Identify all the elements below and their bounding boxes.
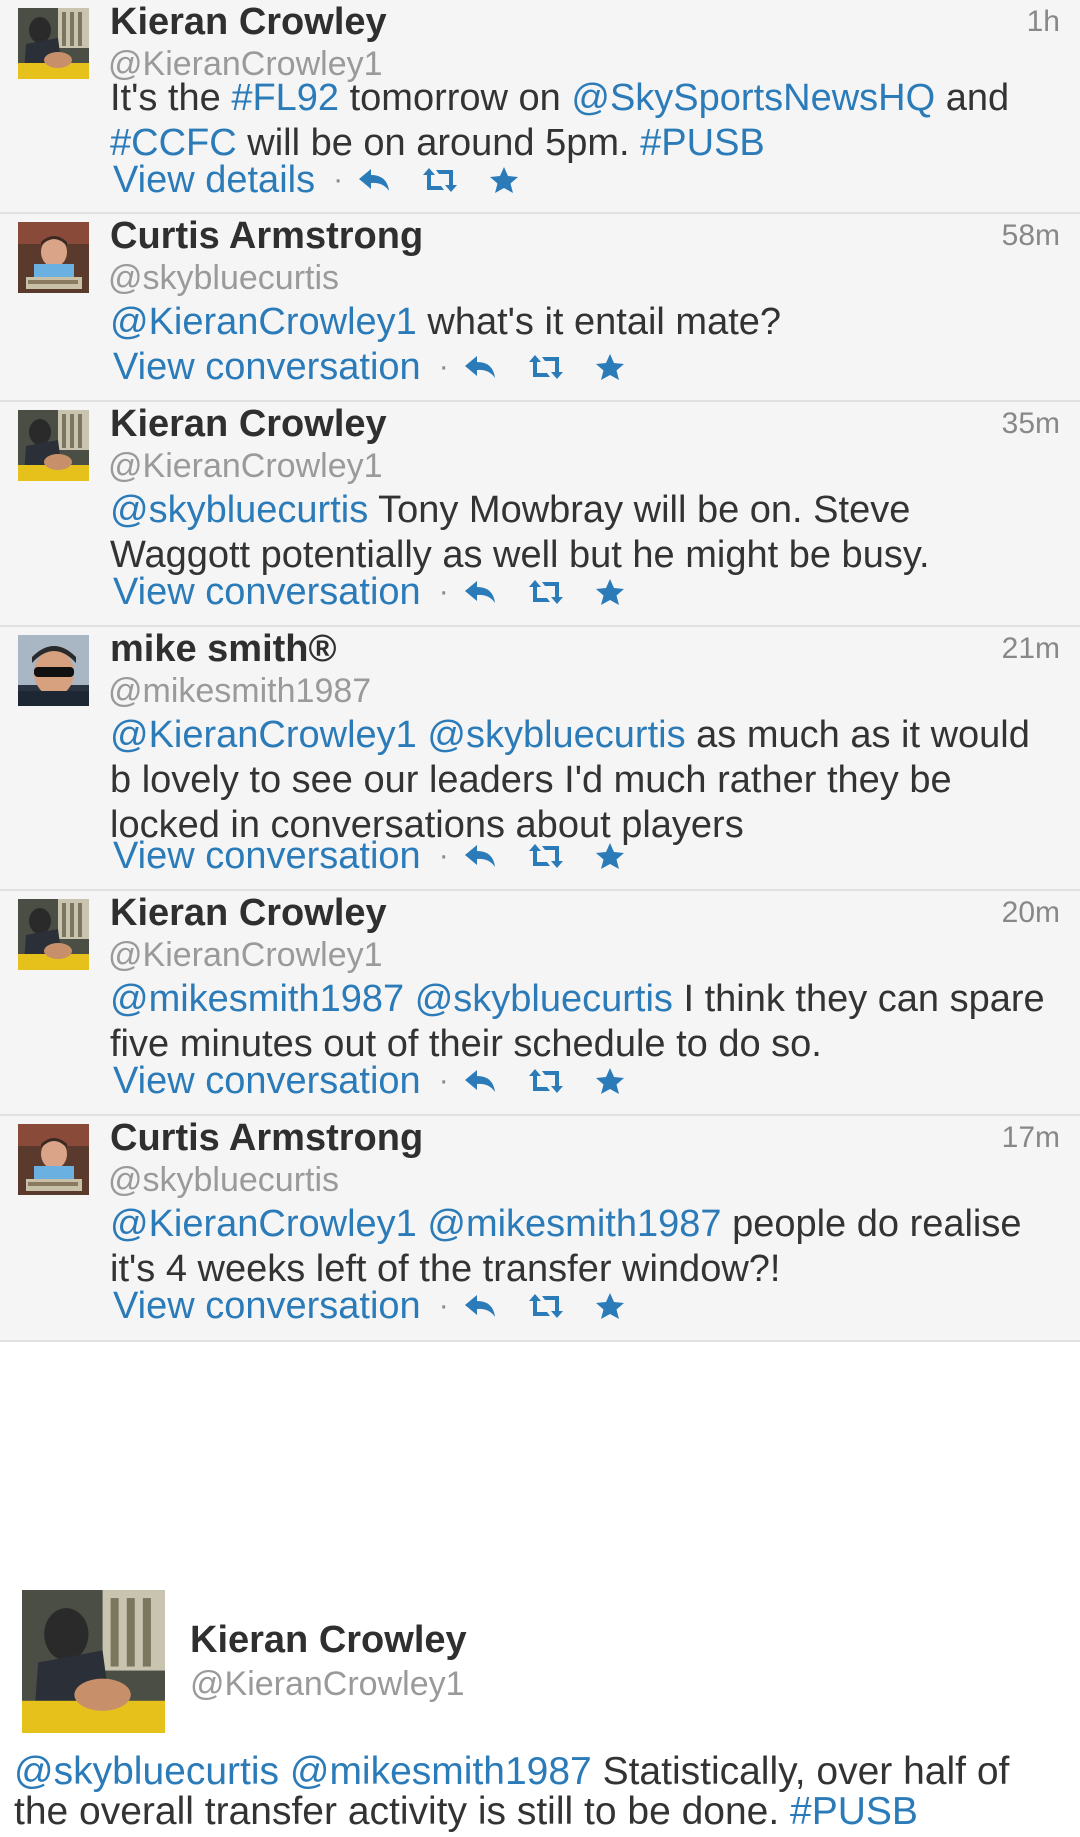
retweet-icon[interactable] [421, 166, 459, 194]
author-handle[interactable]: @skybluecurtis [108, 1160, 339, 1200]
retweet-icon[interactable] [527, 578, 565, 606]
tweet-text-segment: and [935, 77, 1010, 119]
tweet-actions: View details · [113, 158, 549, 202]
tweet-item[interactable]: Kieran Crowley @KieranCrowley1 20m @mikesmi… [0, 891, 1080, 1116]
avatar[interactable] [18, 222, 89, 293]
author-name[interactable]: Kieran Crowley [110, 0, 387, 44]
timestamp: 20m [1001, 896, 1060, 929]
mention-link[interactable]: @skybluecurtis [110, 489, 368, 531]
star-icon[interactable] [595, 1292, 625, 1320]
view-conversation-link[interactable]: View conversation [113, 835, 421, 878]
hashtag-link[interactable]: #PUSB [790, 1790, 918, 1833]
mention-link[interactable]: @KieranCrowley1 [110, 301, 417, 343]
timestamp: 1h [1026, 5, 1060, 38]
avatar[interactable] [18, 410, 89, 481]
avatar[interactable] [18, 1124, 89, 1195]
retweet-icon[interactable] [527, 353, 565, 381]
tweet-text-segment: It's the [110, 77, 232, 119]
tweet-text-segment [417, 1203, 428, 1245]
tweet-item[interactable]: Curtis Armstrong @skybluecurtis 58m @Kieran… [0, 214, 1080, 402]
reply-icon[interactable] [357, 167, 391, 193]
tweet-text: @KieranCrowley1 @skybluecurtis as much a… [110, 713, 1060, 848]
hashtag-link[interactable]: #PUSB [640, 122, 765, 164]
avatar[interactable] [22, 1590, 165, 1733]
timestamp: 21m [1001, 632, 1060, 665]
separator-dot: · [438, 350, 449, 383]
author-name[interactable]: Curtis Armstrong [110, 1116, 423, 1160]
author-name[interactable]: Curtis Armstrong [110, 214, 423, 258]
author-handle[interactable]: @skybluecurtis [108, 258, 339, 298]
tweet-actions: View conversation · [113, 345, 655, 389]
tweet-text-segment [279, 1750, 290, 1793]
author-handle[interactable]: @KieranCrowley1 [108, 446, 383, 486]
timestamp: 17m [1001, 1121, 1060, 1154]
mention-link[interactable]: @skybluecurtis [427, 714, 685, 756]
author-handle[interactable]: @KieranCrowley1 [190, 1664, 465, 1704]
author-handle[interactable]: @mikesmith1987 [108, 671, 371, 711]
tweet-text: @KieranCrowley1 what's it entail mate? [110, 300, 1060, 345]
star-icon[interactable] [595, 578, 625, 606]
retweet-icon[interactable] [527, 1067, 565, 1095]
view-conversation-link[interactable]: View conversation [113, 346, 421, 389]
tweet-actions: View conversation · [113, 1284, 655, 1328]
mention-link[interactable]: @KieranCrowley1 [110, 1203, 417, 1245]
mention-link[interactable]: @skybluecurtis [415, 978, 673, 1020]
star-icon[interactable] [595, 1067, 625, 1095]
tweet-text: @KieranCrowley1 @mikesmith1987 people do… [110, 1202, 1060, 1292]
tweet-item[interactable]: Kieran Crowley @KieranCrowley1 1h It's the … [0, 0, 1080, 214]
separator-dot: · [438, 575, 449, 608]
hashtag-link[interactable]: #FL92 [231, 77, 339, 119]
separator-dot: · [438, 1064, 449, 1097]
author-name[interactable]: Kieran Crowley [190, 1618, 467, 1662]
view-conversation-link[interactable]: View conversation [113, 571, 421, 614]
timestamp: 58m [1001, 219, 1060, 252]
separator-dot: · [438, 1289, 449, 1322]
tweet-text: It's the #FL92 tomorrow on @SkySportsNew… [110, 76, 1060, 166]
tweet-item[interactable]: Kieran Crowley @KieranCrowley1 35m @skyblue… [0, 402, 1080, 627]
avatar[interactable] [18, 899, 89, 970]
author-name[interactable]: Kieran Crowley [110, 402, 387, 446]
reply-icon[interactable] [463, 1068, 497, 1094]
mention-link[interactable]: @SkySportsNewsHQ [571, 77, 935, 119]
star-icon[interactable] [595, 353, 625, 381]
reply-icon[interactable] [463, 579, 497, 605]
tweet-text-segment [404, 978, 415, 1020]
expanded-tweet[interactable]: Kieran Crowley @KieranCrowley1 @skybluec… [0, 1572, 1080, 1837]
view-details-link[interactable]: View details [113, 159, 315, 202]
tweet-actions: View conversation · [113, 1059, 655, 1103]
mention-link[interactable]: @mikesmith1987 [290, 1750, 592, 1793]
tweet-text: @skybluecurtis Tony Mowbray will be on. … [110, 488, 1060, 578]
tweet-item[interactable]: mike smith® @mikesmith1987 21m @KieranCrowl… [0, 627, 1080, 891]
retweet-icon[interactable] [527, 842, 565, 870]
tweet-actions: View conversation · [113, 834, 655, 878]
timestamp: 35m [1001, 407, 1060, 440]
tweet-text: @skybluecurtis @mikesmith1987 Statistica… [14, 1752, 1066, 1832]
view-conversation-link[interactable]: View conversation [113, 1060, 421, 1103]
star-icon[interactable] [489, 166, 519, 194]
mention-link[interactable]: @KieranCrowley1 [110, 714, 417, 756]
tweet-actions: View conversation · [113, 570, 655, 614]
tweet-text-segment: tomorrow on [339, 77, 572, 119]
mention-link[interactable]: @mikesmith1987 [427, 1203, 721, 1245]
tweet-item[interactable]: Curtis Armstrong @skybluecurtis 17m @Kieran… [0, 1116, 1080, 1342]
star-icon[interactable] [595, 842, 625, 870]
mention-link[interactable]: @skybluecurtis [14, 1750, 279, 1793]
author-name[interactable]: Kieran Crowley [110, 891, 387, 935]
reply-icon[interactable] [463, 843, 497, 869]
tweet-text-segment [417, 714, 428, 756]
author-name[interactable]: mike smith® [110, 627, 337, 671]
mention-link[interactable]: @mikesmith1987 [110, 978, 404, 1020]
avatar[interactable] [18, 635, 89, 706]
separator-dot: · [333, 163, 344, 196]
avatar[interactable] [18, 8, 89, 79]
retweet-icon[interactable] [527, 1292, 565, 1320]
tweet-text-segment: what's it entail mate? [416, 301, 782, 343]
view-conversation-link[interactable]: View conversation [113, 1285, 421, 1328]
author-handle[interactable]: @KieranCrowley1 [108, 935, 383, 975]
tweet-text: @mikesmith1987 @skybluecurtis I think th… [110, 977, 1060, 1067]
separator-dot: · [438, 839, 449, 872]
reply-icon[interactable] [463, 354, 497, 380]
reply-icon[interactable] [463, 1293, 497, 1319]
